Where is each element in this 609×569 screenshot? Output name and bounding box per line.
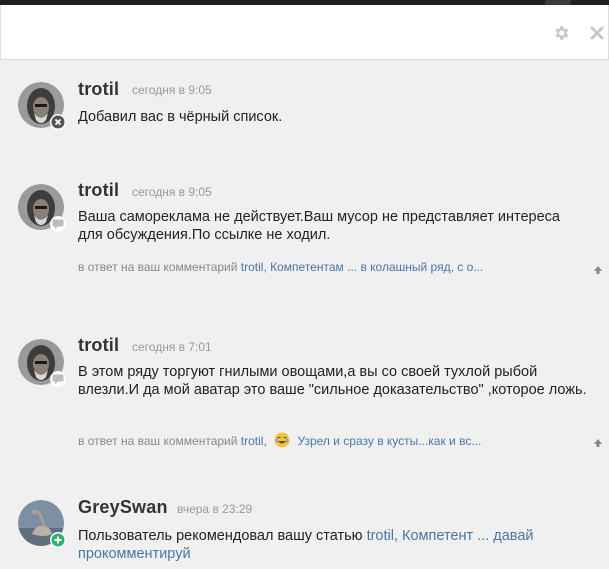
- close-circle-icon: [50, 114, 66, 130]
- avatar[interactable]: [18, 82, 66, 130]
- notification-text-prefix: Пользователь рекомендовал вашу статью: [78, 528, 363, 544]
- user-name[interactable]: trotil: [78, 335, 119, 356]
- notification-text: Ваша самореклама не действует.Ваш мусор …: [78, 209, 560, 243]
- notification-text: Пользователь рекомендовал вашу статью tr…: [78, 527, 578, 563]
- notification-item: trotil сегодня в 7:01 В этом ряду торгую…: [0, 315, 609, 475]
- notification-text: В этом ряду торгуют гнилыми овощами,а вы…: [78, 364, 587, 398]
- arrow-up-icon[interactable]: [593, 262, 605, 274]
- avatar[interactable]: [18, 184, 66, 232]
- timestamp: сегодня в 9:05: [132, 185, 212, 199]
- reply-context: в ответ на ваш комментарий trotil, Узрел…: [78, 432, 481, 448]
- user-name[interactable]: trotil: [78, 79, 119, 100]
- reply-comment-link[interactable]: trotil, Компетентам ...: [241, 260, 357, 274]
- comment-icon: [50, 371, 66, 387]
- user-name[interactable]: GreySwan: [78, 497, 168, 518]
- gear-icon[interactable]: [551, 23, 571, 43]
- reply-comment-link[interactable]: Узрел и сразу в кусты...как и вс...: [298, 434, 482, 448]
- notification-item: GreySwan вчера в 23:29 Пользователь реко…: [0, 480, 609, 569]
- comment-icon: [50, 216, 66, 232]
- arrow-up-icon[interactable]: [593, 435, 605, 447]
- timestamp: сегодня в 9:05: [132, 83, 212, 97]
- plus-icon: [50, 532, 66, 548]
- reply-comment-link[interactable]: trotil,: [241, 434, 267, 448]
- notifications-header: [0, 5, 609, 60]
- reply-comment-link[interactable]: в колашный ряд, с о...: [360, 260, 483, 274]
- avatar[interactable]: [18, 500, 66, 548]
- notification-item: trotil сегодня в 9:05 Добавил вас в чёрн…: [0, 60, 609, 160]
- laughing-emoji-icon: [274, 432, 290, 448]
- avatar[interactable]: [18, 339, 66, 387]
- user-name[interactable]: trotil: [78, 180, 119, 201]
- reply-prefix: в ответ на ваш комментарий: [78, 434, 238, 448]
- close-icon[interactable]: [587, 23, 607, 43]
- reply-prefix: в ответ на ваш комментарий: [78, 260, 238, 274]
- timestamp: сегодня в 7:01: [132, 340, 212, 354]
- notification-item: trotil сегодня в 9:05 Ваша самореклама н…: [0, 160, 609, 310]
- reply-context: в ответ на ваш комментарий trotil, Компе…: [78, 260, 483, 274]
- notification-text: Добавил вас в чёрный список.: [78, 109, 283, 125]
- timestamp: вчера в 23:29: [177, 502, 253, 516]
